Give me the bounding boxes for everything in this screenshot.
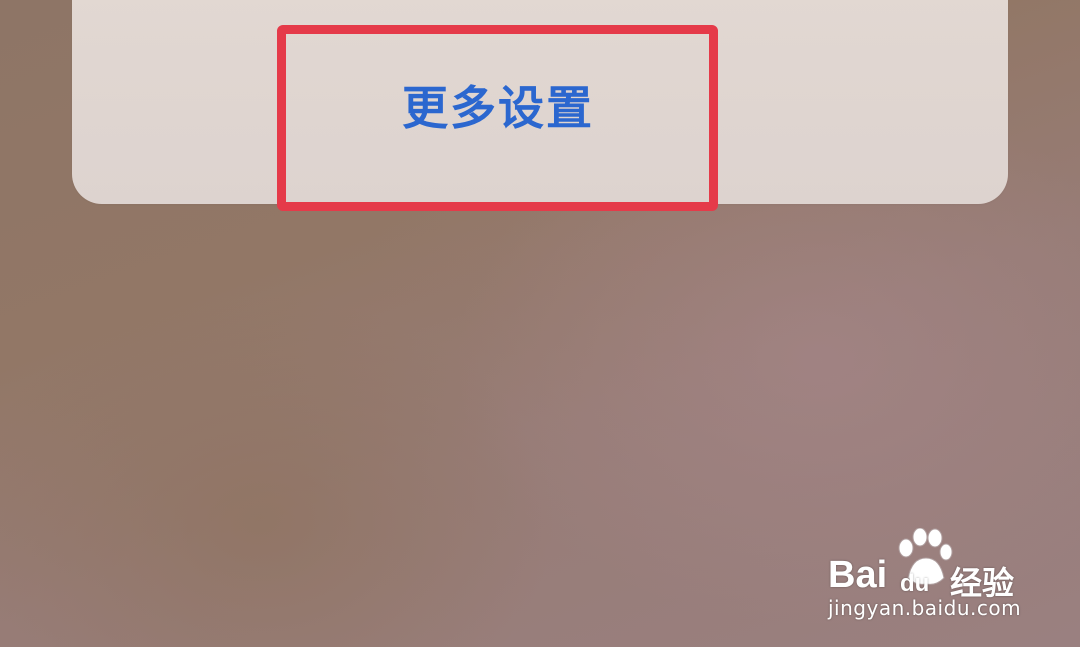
watermark-url: jingyan.baidu.com bbox=[828, 596, 1022, 620]
baidu-logo: Bai du 经验 bbox=[826, 550, 1026, 602]
more-settings-button[interactable]: 更多设置 bbox=[282, 30, 714, 206]
baidu-logo-text-du: du bbox=[900, 570, 930, 597]
more-settings-label: 更多设置 bbox=[402, 81, 594, 135]
baidu-logo-text-bai: Bai bbox=[828, 554, 888, 596]
baidu-jingyan-watermark: Bai du 经验 jingyan.baidu.com bbox=[826, 528, 1056, 628]
